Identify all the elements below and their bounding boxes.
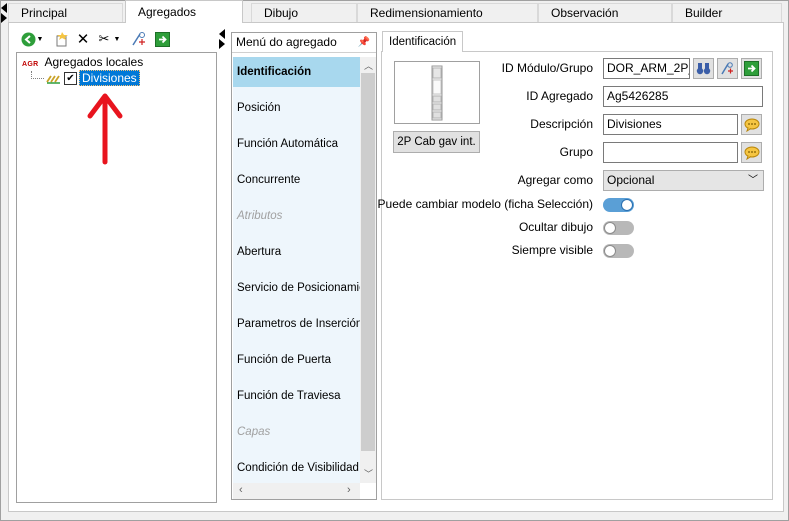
grupo-comment-button[interactable] (741, 142, 762, 163)
id-modulo-label: ID Módulo/Grupo (501, 61, 593, 75)
edit-tree-icon (721, 62, 733, 75)
panel-collapse-arrow-icon[interactable] (1, 3, 7, 13)
descripcion-field[interactable]: Divisiones (603, 114, 738, 135)
divisiones-checkbox[interactable]: ✔ (64, 71, 77, 85)
descripcion-comment-button[interactable] (741, 114, 762, 135)
cut-dropdown-chevron-icon[interactable]: ▼ (113, 31, 121, 47)
agregar-como-label: Agregar como (517, 173, 593, 187)
module-preview-image (394, 61, 480, 124)
menu-item[interactable]: Concurrente (233, 165, 360, 195)
export-icon[interactable] (154, 31, 170, 47)
toggle-label-siempre-visible: Siempre visible (511, 243, 593, 257)
toggle-label-puede-cambiar: Puede cambiar modelo (ficha Selección) (377, 197, 593, 211)
id-agregado-label: ID Agregado (526, 89, 593, 103)
descripcion-label: Descripción (530, 117, 593, 131)
go-module-button[interactable] (741, 58, 762, 79)
binoculars-icon (696, 63, 711, 75)
menu-item[interactable]: Identificación (233, 57, 360, 87)
ocultar-dibujo-toggle[interactable] (603, 221, 634, 235)
add-dropdown-chevron-icon[interactable]: ▼ (36, 31, 44, 47)
tree-root-label: Agregados locales (44, 55, 144, 69)
scroll-up-icon[interactable]: ︿ (364, 59, 373, 72)
edit-module-button[interactable] (717, 58, 738, 79)
tree-node-divisiones[interactable]: ✔ Divisiones (31, 70, 140, 86)
tab-identificacion[interactable]: Identificación (382, 31, 464, 52)
scroll-thumb[interactable] (361, 73, 375, 451)
tab-redimensionamiento[interactable]: Redimensionamiento (357, 3, 538, 22)
chevron-down-icon: ﹀ (748, 175, 758, 186)
speech-bubble-icon (744, 146, 759, 160)
toggle-label-ocultar-dibujo: Ocultar dibujo (518, 220, 593, 234)
delete-icon[interactable]: ✕ (75, 31, 91, 48)
tab-observacion[interactable]: Observación (538, 3, 672, 22)
scroll-right-icon[interactable]: › (347, 484, 351, 496)
annotation-arrow-icon (87, 93, 123, 165)
grupo-field[interactable] (603, 142, 738, 163)
menu-item[interactable]: Función Automática (233, 129, 360, 159)
search-binoculars-button[interactable] (693, 58, 714, 79)
tab-dibujo[interactable]: Dibujo (251, 3, 357, 22)
menu-item[interactable]: Servicio de Posicionamiento (233, 273, 360, 303)
menu-item: Atributos (237, 210, 283, 222)
grupo-label: Grupo (559, 145, 593, 159)
tab-builder[interactable]: Builder (672, 3, 782, 22)
menu-item[interactable]: Función de Traviesa (233, 381, 360, 411)
cut-icon[interactable]: ✂ (96, 31, 112, 47)
edit-tree-icon[interactable] (131, 31, 147, 47)
pin-icon[interactable]: 📌 (358, 33, 370, 52)
tab-agregados[interactable]: Agregados (125, 0, 243, 23)
id-agregado-field[interactable]: Ag5426285 (603, 86, 763, 107)
preview-model-button[interactable]: 2P Cab gav int. (393, 131, 480, 153)
scroll-left-icon[interactable]: ‹ (239, 484, 243, 496)
add-icon[interactable] (20, 31, 36, 47)
menu-header-label: Menú do agregado (236, 35, 337, 49)
menu-horizontal-scrollbar[interactable]: ‹ › (233, 483, 360, 499)
menu-item[interactable]: Abertura (233, 237, 360, 267)
toggle-knob (604, 222, 616, 234)
tree-node-agregados-locales[interactable]: AGR Agregados locales (22, 55, 143, 69)
toggle-knob (604, 245, 616, 257)
menu-item[interactable]: Condición de Visibilidad (233, 453, 360, 483)
menu-item[interactable]: Parametros de Inserción (233, 309, 360, 339)
aggregate-menu-panel: Menú do agregado 📌 Identificación Posició… (231, 32, 377, 500)
tree-connector (31, 71, 44, 79)
id-modulo-field[interactable]: DOR_ARM_2P_ (603, 58, 690, 79)
menu-collapse-arrow-icon[interactable] (219, 29, 225, 39)
menu-expand-arrow-icon[interactable] (219, 39, 225, 49)
agregar-como-select[interactable]: Opcional ﹀ (603, 170, 764, 191)
panel-expand-arrow-icon[interactable] (1, 13, 7, 23)
speech-bubble-icon (744, 118, 759, 132)
new-item-icon[interactable] (53, 31, 69, 47)
agregar-como-value: Opcional (607, 173, 655, 187)
export-icon (744, 61, 759, 76)
scroll-down-icon[interactable]: ﹀ (364, 467, 373, 480)
menu-item[interactable]: Posición (233, 93, 360, 123)
puede-cambiar-toggle[interactable] (603, 198, 634, 212)
menu-list: Identificación Posición Función Automática… (233, 57, 360, 483)
siempre-visible-toggle[interactable] (603, 244, 634, 258)
menu-item[interactable]: Función de Puerta (233, 345, 360, 375)
menu-item: Capas (237, 426, 271, 438)
menu-vertical-scrollbar[interactable]: ︿ ﹀ (360, 57, 376, 483)
menu-header: Menú do agregado 📌 (232, 33, 376, 53)
tree-child-label: Divisiones (79, 70, 140, 86)
toggle-knob (621, 199, 633, 211)
folder-layers-icon (46, 75, 60, 84)
agr-badge: AGR (22, 61, 39, 68)
tab-principal[interactable]: Principal (8, 3, 123, 22)
